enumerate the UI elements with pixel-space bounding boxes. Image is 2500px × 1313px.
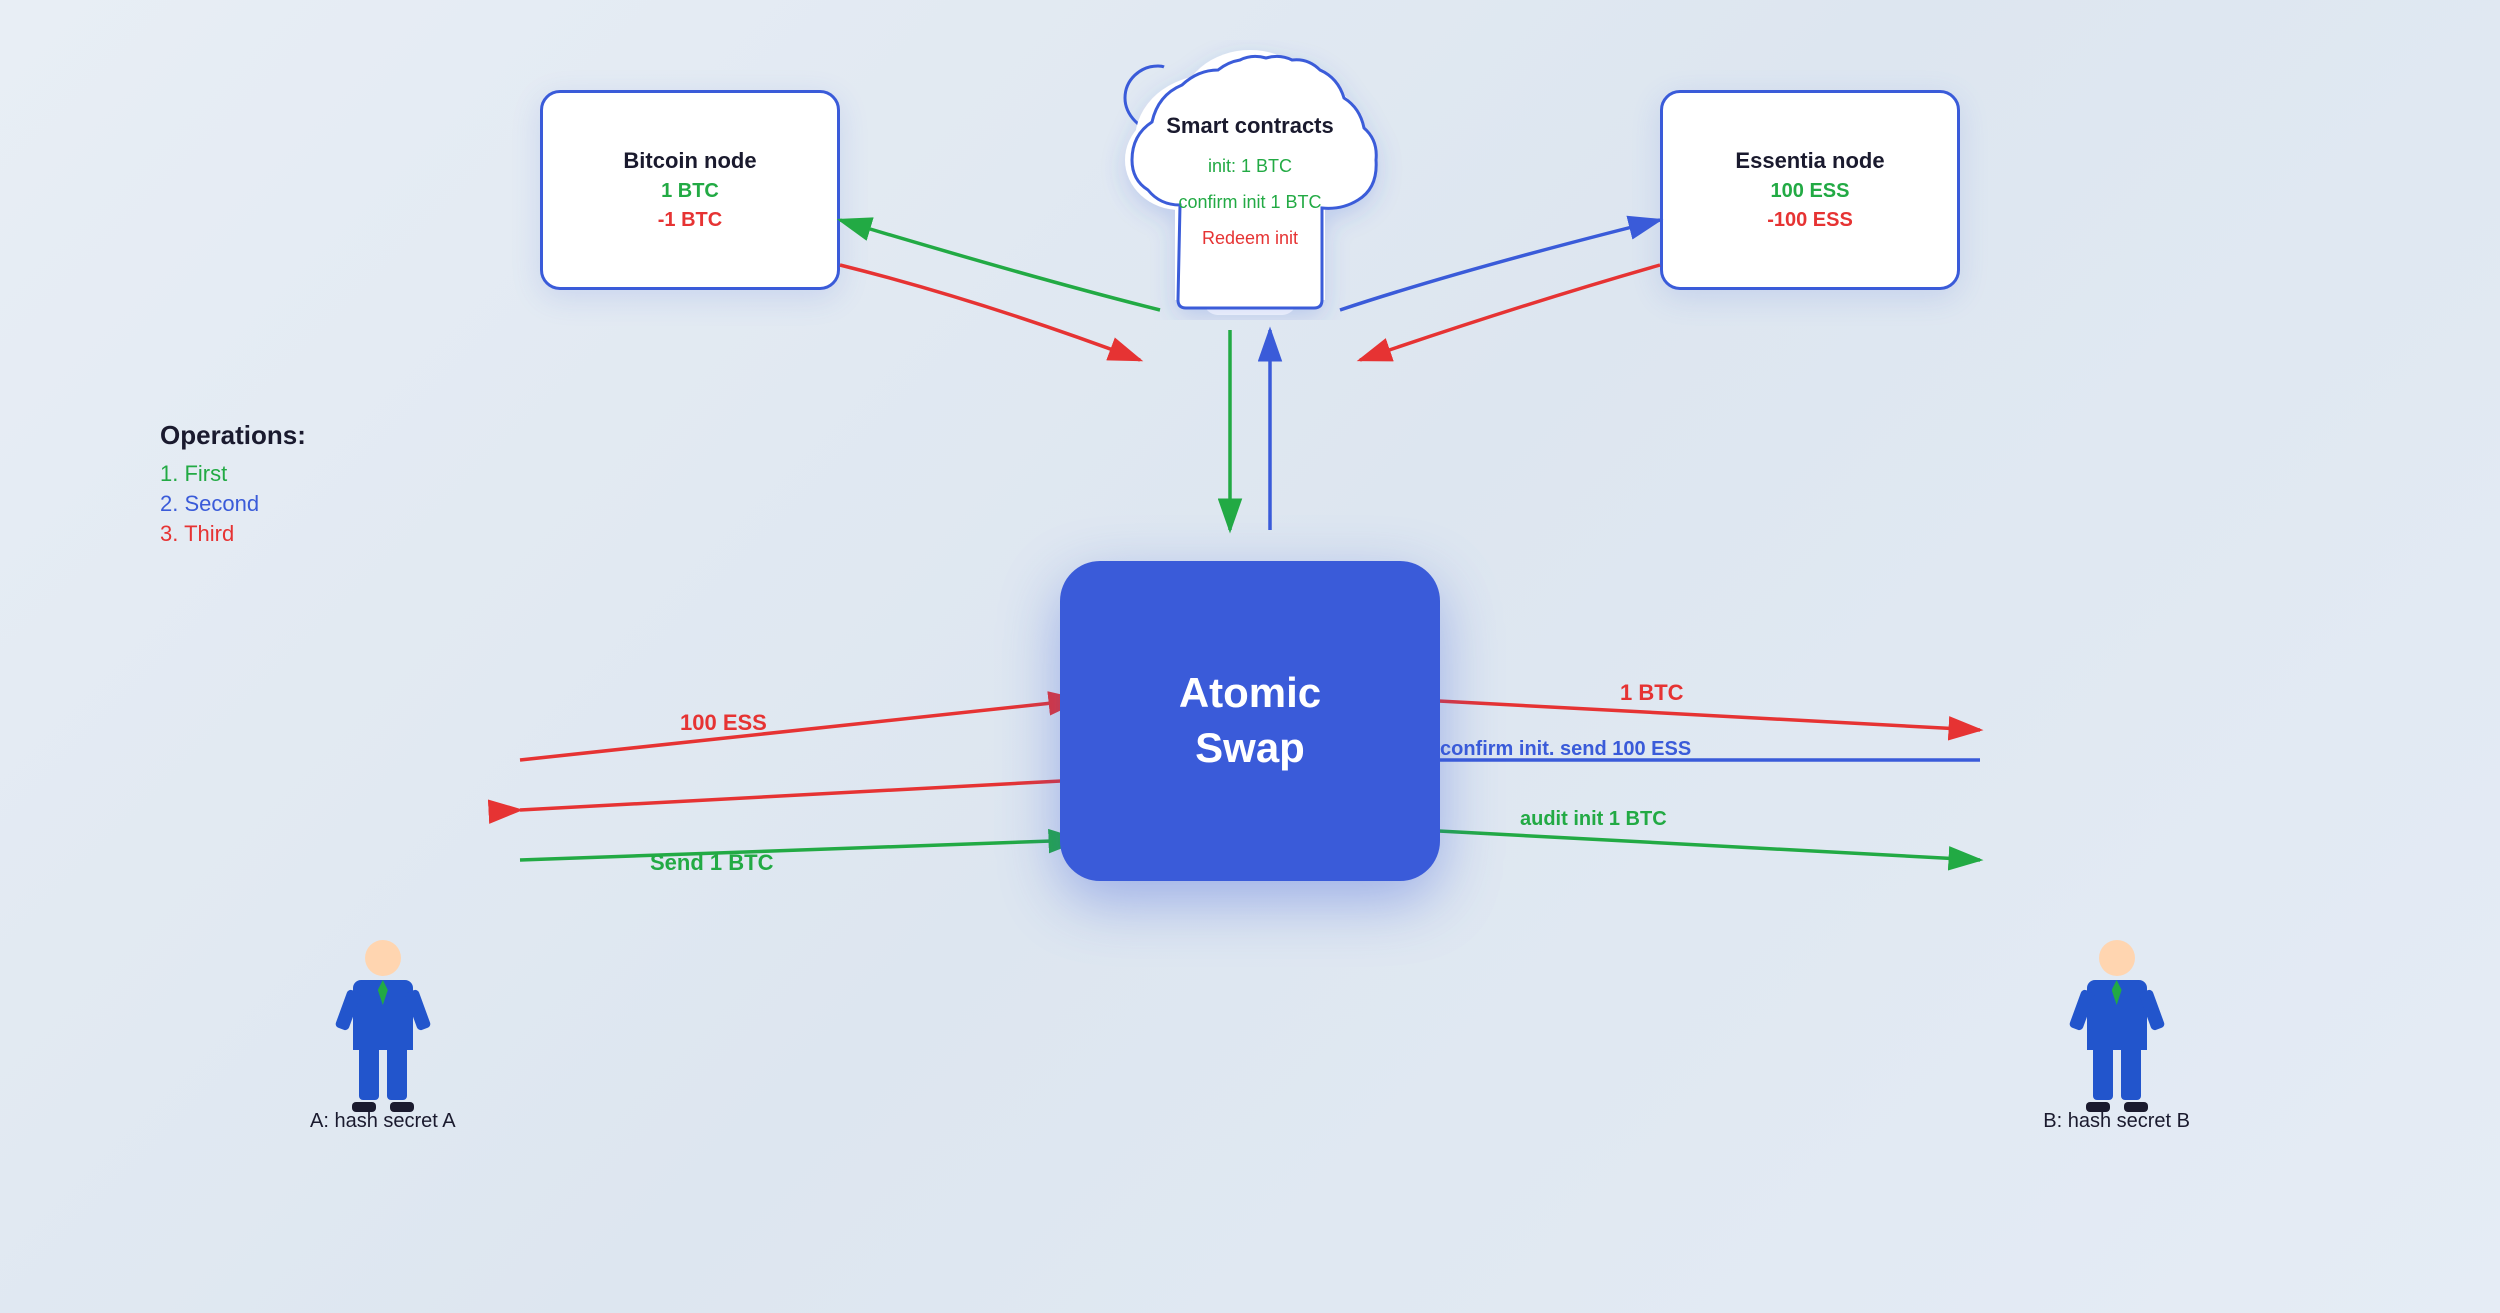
person-b-leg-right bbox=[2121, 1050, 2141, 1100]
person-b-tie bbox=[2112, 980, 2122, 1005]
svg-text:confirm init. send 100 ESS: confirm init. send 100 ESS bbox=[1440, 738, 1691, 760]
person-b-leg-left bbox=[2093, 1050, 2113, 1100]
person-a-leg-left bbox=[359, 1050, 379, 1100]
svg-text:Send 1 BTC: Send 1 BTC bbox=[650, 850, 774, 875]
person-a-arm-left bbox=[334, 989, 361, 1031]
essentia-node-negative: -100 ESS bbox=[1767, 209, 1853, 232]
smart-contracts-confirm: confirm init 1 BTC bbox=[1166, 184, 1334, 220]
operation-second: 2. Second bbox=[160, 491, 306, 517]
bitcoin-node-negative: -1 BTC bbox=[658, 209, 722, 232]
person-b-head bbox=[2099, 940, 2135, 976]
person-a-leg-right bbox=[387, 1050, 407, 1100]
smart-contracts-redeem: Redeem init bbox=[1166, 220, 1334, 256]
essentia-node-positive: 100 ESS bbox=[1771, 180, 1850, 203]
person-b-arm-right bbox=[2138, 989, 2165, 1031]
person-a-arm-right bbox=[404, 989, 431, 1031]
person-a-figure bbox=[343, 940, 423, 1100]
bitcoin-node-title: Bitcoin node bbox=[623, 148, 756, 174]
svg-text:1 BTC: 1 BTC bbox=[1620, 680, 1684, 705]
bitcoin-node-box: Bitcoin node 1 BTC -1 BTC bbox=[540, 90, 840, 290]
bitcoin-node-positive: 1 BTC bbox=[661, 180, 719, 203]
operation-first: 1. First bbox=[160, 461, 306, 487]
person-b-legs bbox=[2077, 1050, 2157, 1100]
svg-text:100 ESS: 100 ESS bbox=[680, 710, 767, 735]
person-b-body bbox=[2087, 980, 2147, 1050]
atomic-swap-box: AtomicSwap bbox=[1060, 561, 1440, 881]
operations-panel: Operations: 1. First 2. Second 3. Third bbox=[160, 420, 306, 551]
operations-title: Operations: bbox=[160, 420, 306, 451]
smart-contracts-init: init: 1 BTC bbox=[1166, 148, 1334, 184]
smart-contracts-node: Smart contracts init: 1 BTC confirm init… bbox=[1060, 40, 1440, 320]
person-b-foot-right bbox=[2124, 1102, 2148, 1112]
smart-contracts-title: Smart contracts bbox=[1166, 104, 1334, 148]
person-b-arm-left bbox=[2068, 989, 2095, 1031]
person-b-figure bbox=[2077, 940, 2157, 1100]
person-a: A: hash secret A bbox=[310, 940, 456, 1133]
person-b-foot-left bbox=[2086, 1102, 2110, 1112]
person-a-body bbox=[353, 980, 413, 1050]
person-a-legs bbox=[343, 1050, 423, 1100]
person-a-label: A: hash secret A bbox=[310, 1110, 456, 1133]
operation-third: 3. Third bbox=[160, 521, 306, 547]
person-b-feet bbox=[2077, 1100, 2157, 1112]
person-b-label: B: hash secret B bbox=[2043, 1110, 2190, 1133]
person-a-foot-left bbox=[352, 1102, 376, 1112]
person-b: B: hash secret B bbox=[2043, 940, 2190, 1133]
person-a-tie bbox=[378, 980, 388, 1005]
essentia-node-title: Essentia node bbox=[1735, 148, 1884, 174]
essentia-node-box: Essentia node 100 ESS -100 ESS bbox=[1660, 90, 1960, 290]
svg-text:audit init 1 BTC: audit init 1 BTC bbox=[1520, 808, 1667, 830]
person-a-head bbox=[365, 940, 401, 976]
person-a-feet bbox=[343, 1100, 423, 1112]
atomic-swap-label: AtomicSwap bbox=[1179, 666, 1321, 775]
smart-contracts-content: Smart contracts init: 1 BTC confirm init… bbox=[1166, 104, 1334, 256]
person-a-foot-right bbox=[390, 1102, 414, 1112]
